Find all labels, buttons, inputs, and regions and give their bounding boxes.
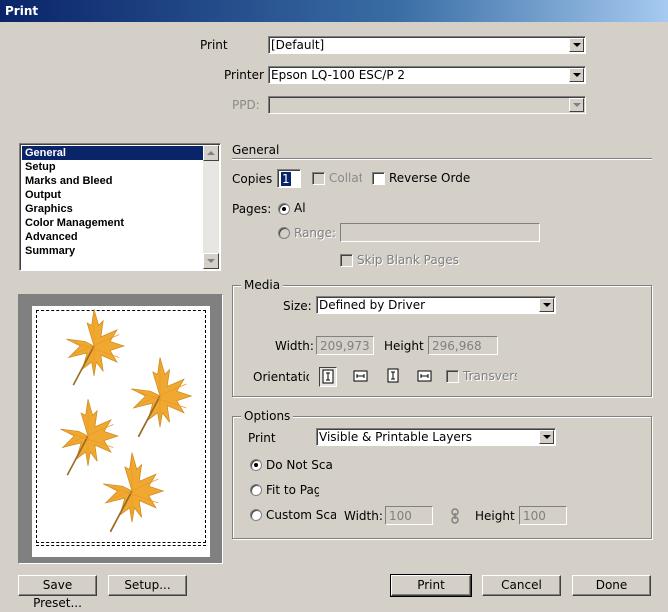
sidebar-item-setup[interactable]: Setup	[22, 160, 204, 174]
sidebar-item-marks-and-bleed[interactable]: Marks and Bleed	[22, 174, 204, 188]
scale-width-value: 100	[389, 509, 412, 523]
general-divider	[232, 158, 652, 160]
fit-to-page-radio[interactable]	[250, 484, 262, 496]
options-print-select[interactable]: Visible & Printable Layers	[316, 428, 556, 446]
pages-all-label: Al	[294, 201, 306, 215]
save-preset-button[interactable]: Save Preset...	[18, 575, 97, 610]
media-width-input[interactable]: 209,973	[316, 336, 374, 355]
sidebar-item-summary[interactable]: Summary	[22, 244, 204, 258]
reverse-order-checkbox[interactable]	[372, 172, 385, 185]
do-not-scale-label: Do Not Scale	[266, 458, 332, 472]
size-label: Size:	[283, 299, 312, 313]
scale-height-value: 100	[523, 509, 546, 523]
leaf-artwork	[59, 308, 193, 533]
media-height-input[interactable]: 296,968	[428, 336, 498, 355]
chevron-down-icon[interactable]	[539, 430, 554, 444]
media-height-label: Height	[384, 339, 424, 353]
scale-width-label: Width:	[344, 509, 383, 523]
sidebar-item-advanced[interactable]: Advanced	[22, 230, 204, 244]
window-title: Print	[5, 4, 39, 18]
done-button[interactable]: Done	[572, 575, 651, 596]
do-not-scale-radio[interactable]	[250, 459, 262, 471]
skip-blank-pages-label: Skip Blank Pages	[357, 253, 459, 267]
copies-value: 1	[281, 172, 291, 186]
chevron-down-icon[interactable]	[569, 68, 584, 82]
chevron-down-icon[interactable]	[569, 38, 584, 52]
scale-height-label: Height	[475, 509, 515, 523]
sidebar-item-general[interactable]: General	[22, 146, 204, 160]
options-group-title: Options	[241, 409, 294, 423]
custom-scale-radio[interactable]	[250, 509, 262, 521]
chevron-down-icon[interactable]	[569, 98, 584, 112]
transverse-label: Transverse	[463, 369, 517, 383]
link-proportions-icon[interactable]	[450, 508, 460, 524]
media-width-label: Width:	[275, 339, 314, 353]
pages-range-input[interactable]	[340, 223, 540, 242]
chevron-down-icon[interactable]	[539, 298, 554, 312]
reverse-landscape-orientation-icon[interactable]	[416, 367, 434, 387]
copies-input[interactable]: 1	[277, 169, 301, 188]
pages-label: Pages:	[232, 202, 272, 216]
orientation-label: Orientatio	[253, 370, 309, 384]
ppd-select[interactable]	[268, 96, 586, 114]
options-print-value: Visible & Printable Layers	[319, 430, 472, 444]
collate-checkbox[interactable]	[312, 172, 325, 185]
cancel-button[interactable]: Cancel	[482, 575, 561, 596]
media-width-value: 209,973	[320, 339, 370, 353]
print-preset-label: Print	[200, 38, 228, 52]
options-print-label: Print	[248, 431, 276, 445]
sidebar-item-output[interactable]: Output	[22, 188, 204, 202]
copies-label: Copies	[232, 172, 273, 186]
skip-blank-pages-checkbox[interactable]	[340, 254, 353, 267]
print-button[interactable]: Print	[390, 574, 472, 597]
printer-label: Printer	[224, 68, 264, 82]
scale-width-input[interactable]: 100	[385, 506, 433, 525]
ppd-label: PPD:	[232, 98, 260, 112]
sidebar-item-graphics[interactable]: Graphics	[22, 202, 204, 216]
media-height-value: 296,968	[432, 339, 482, 353]
general-heading: General	[232, 143, 280, 157]
fit-to-page-label: Fit to Page	[266, 483, 319, 497]
size-select[interactable]: Defined by Driver	[316, 296, 556, 314]
pages-range-radio[interactable]	[278, 227, 290, 239]
scroll-up-icon[interactable]	[203, 145, 219, 161]
media-group-title: Media	[241, 278, 284, 292]
pages-all-radio[interactable]	[278, 203, 290, 215]
preview-paper	[32, 306, 210, 557]
print-preset-value: [Default]	[271, 38, 325, 52]
collate-label: Collate	[329, 171, 362, 185]
category-list[interactable]: General Setup Marks and Bleed Output Gra…	[19, 143, 221, 271]
portrait-orientation-icon[interactable]	[319, 367, 337, 387]
setup-button[interactable]: Setup...	[108, 575, 187, 596]
transverse-checkbox[interactable]	[446, 370, 459, 383]
window-title-bar[interactable]: Print	[0, 0, 668, 22]
reverse-portrait-orientation-icon[interactable]	[385, 367, 403, 387]
scale-height-input[interactable]: 100	[519, 506, 567, 525]
page-preview	[18, 294, 223, 564]
print-preset-select[interactable]: [Default]	[268, 36, 586, 54]
printer-value: Epson LQ-100 ESC/P 2	[271, 68, 406, 82]
list-scrollbar[interactable]	[203, 145, 219, 269]
scroll-down-icon[interactable]	[203, 253, 219, 269]
size-value: Defined by Driver	[319, 298, 426, 312]
landscape-orientation-icon[interactable]	[352, 367, 370, 387]
reverse-order-label: Reverse Orde	[389, 171, 471, 185]
pages-range-label: Range:	[294, 226, 337, 240]
sidebar-item-color-management[interactable]: Color Management	[22, 216, 204, 230]
custom-scale-label: Custom Scale	[266, 508, 336, 522]
printer-select[interactable]: Epson LQ-100 ESC/P 2	[268, 66, 586, 84]
